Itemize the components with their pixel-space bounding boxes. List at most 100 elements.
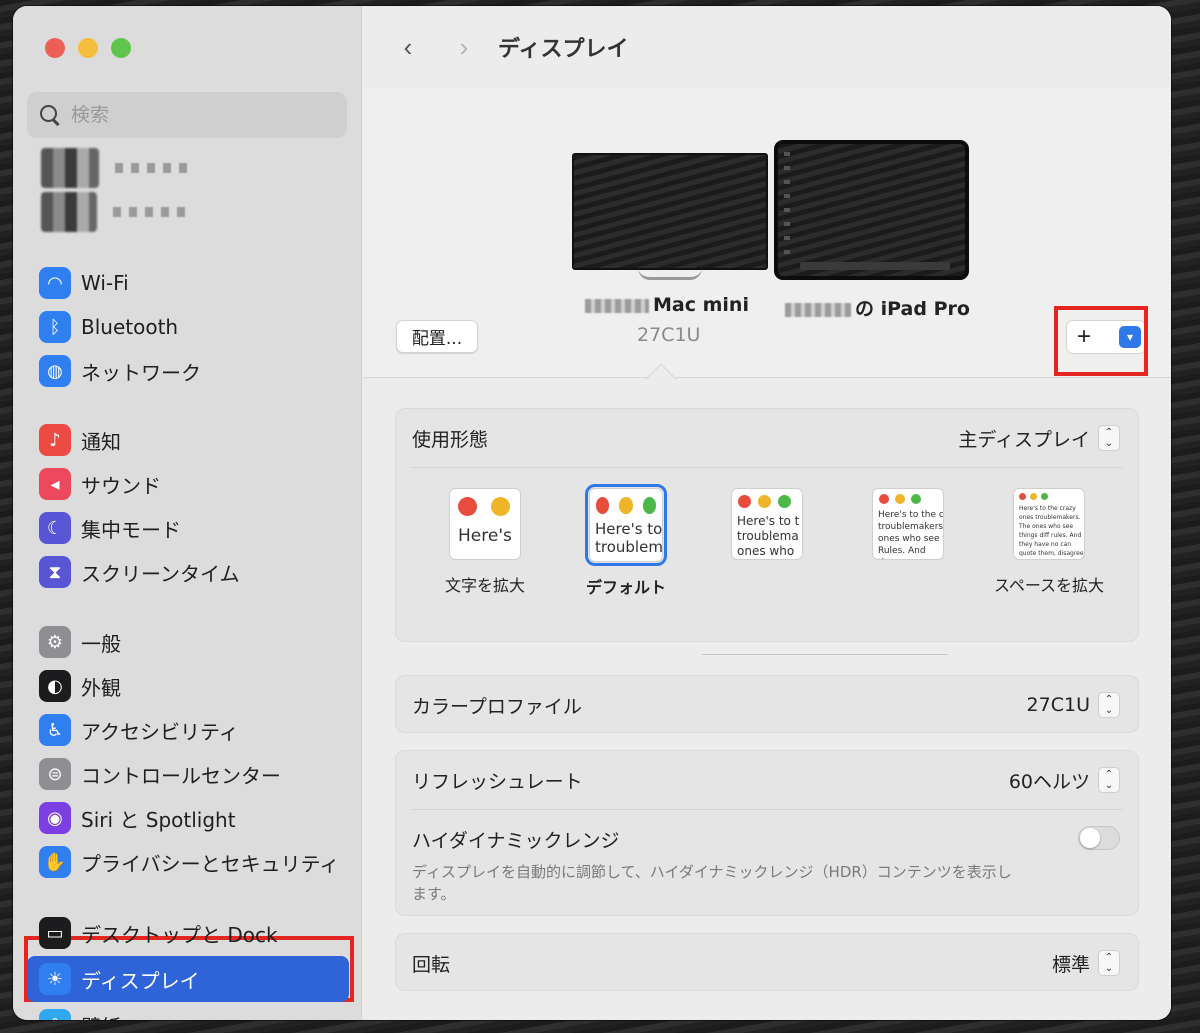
ipad-display-thumbnail[interactable] <box>774 140 969 280</box>
zoom-window-button[interactable] <box>111 38 131 58</box>
resolution-thumbnail-selected: Here's to troublem <box>585 484 667 566</box>
mac-display-label: Mac mini <box>585 294 749 316</box>
sidebar-item-bluetooth[interactable]: ᛒ Bluetooth <box>27 305 349 349</box>
resolution-option-3[interactable]: Here's to t troublema ones who <box>702 488 832 618</box>
bluetooth-icon: ᛒ <box>39 311 71 343</box>
sidebar-item-gear[interactable]: ⚙ 一般 <box>27 620 349 664</box>
ipad-display-label: の iPad Pro <box>785 294 970 321</box>
dock-icon: ▭ <box>39 917 71 949</box>
hdr-description: ディスプレイを自動的に調節して、ハイダイナミックレンジ（HDR）コンテンツを表示… <box>412 863 1012 903</box>
globe-icon: ◍ <box>39 355 71 387</box>
settings-window: ◠ Wi-Fi ᛒ Bluetooth ◍ ネットワーク ♪ 通知 ◂ サウンド ☾ 集中モード ⧗ スク… <box>13 6 1171 1020</box>
sidebar-group: ▭ デスクトップと Dock ☀ ディスプレイ ❀ 壁紙 <box>27 910 349 1020</box>
sidebar-item-siri[interactable]: ◉ Siri と Spotlight <box>27 796 349 840</box>
sidebar-item-dock[interactable]: ▭ デスクトップと Dock <box>27 910 349 956</box>
sidebar-item-label: 通知 <box>81 429 121 454</box>
sidebar-item-label: アクセシビリティ <box>81 719 239 744</box>
resolution-option-more-space[interactable]: Here's to the crazy ones troublemakers. … <box>984 488 1114 618</box>
appearance-icon: ◐ <box>39 670 71 702</box>
refresh-row: リフレッシュレート 60ヘルツ ⌃ ⌄ <box>396 751 1138 809</box>
resolution-option-4[interactable]: Here's to the cr troublemakers. ones who… <box>843 488 973 618</box>
updown-chevron-icon: ⌃ ⌄ <box>1098 425 1120 451</box>
hdr-row: ハイダイナミックレンジ ディスプレイを自動的に調節して、ハイダイナミックレンジ（… <box>396 810 1138 921</box>
color-profile-row: カラープロファイル 27C1U ⌃ ⌄ <box>396 676 1138 734</box>
main-pane: ‹ › ディスプレイ Mac mini 27C1U の iPad Pro 配置.… <box>363 6 1171 1020</box>
sidebar-item-label: ネットワーク <box>81 360 201 385</box>
refresh-hdr-card: リフレッシュレート 60ヘルツ ⌃ ⌄ ハイダイナミックレンジ ディスプレイを自動… <box>395 750 1139 916</box>
search-icon <box>39 104 61 126</box>
sidebar-item-wallpaper[interactable]: ❀ 壁紙 <box>27 1002 349 1020</box>
resolution-thumbnail: Here's to t troublema ones who <box>731 488 803 560</box>
hand-icon: ✋ <box>39 846 71 878</box>
sidebar-item-wifi[interactable]: ◠ Wi-Fi <box>27 261 349 305</box>
refresh-select[interactable]: 60ヘルツ ⌃ ⌄ <box>1009 767 1120 794</box>
hdr-toggle[interactable] <box>1078 826 1120 850</box>
sidebar-item-hourglass[interactable]: ⧗ スクリーンタイム <box>27 550 349 594</box>
add-display-button[interactable]: + <box>1077 323 1091 351</box>
add-display-menu-button[interactable]: ▾ <box>1119 326 1141 348</box>
sidebar-item-appearance[interactable]: ◐ 外観 <box>27 664 349 708</box>
search-field[interactable] <box>27 92 347 138</box>
sidebar-item-label: デスクトップと Dock <box>81 922 278 947</box>
rotation-row: 回転 標準 ⌃ ⌄ <box>396 934 1138 992</box>
usage-select[interactable]: 主ディスプレイ ⌃ ⌄ <box>958 425 1120 452</box>
sidebar-item-toggles[interactable]: ⊜ コントロールセンター <box>27 752 349 796</box>
close-window-button[interactable] <box>45 38 65 58</box>
color-profile-select[interactable]: 27C1U ⌃ ⌄ <box>1027 692 1120 718</box>
sidebar-item-label: 集中モード <box>81 517 181 542</box>
search-input[interactable] <box>71 104 321 126</box>
updown-chevron-icon: ⌃ ⌄ <box>1098 950 1120 976</box>
minimize-window-button[interactable] <box>78 38 98 58</box>
sidebar-item-label: スクリーンタイム <box>81 561 240 586</box>
window-controls <box>45 38 131 58</box>
chevron-left-icon: ‹ <box>403 31 413 62</box>
sidebar-item-label: サウンド <box>81 473 161 498</box>
forward-button[interactable]: › <box>444 27 484 67</box>
account-row[interactable] <box>41 148 190 188</box>
blurred-name <box>115 163 190 173</box>
sidebar-group: ◠ Wi-Fi ᛒ Bluetooth ◍ ネットワーク <box>27 261 349 393</box>
sidebar-item-hand[interactable]: ✋ プライバシーとセキュリティ <box>27 840 349 884</box>
mac-display-model: 27C1U <box>637 324 701 346</box>
speaker-icon: ◂ <box>39 468 71 500</box>
sidebar-item-label: Wi-Fi <box>81 271 129 295</box>
avatar <box>41 192 97 232</box>
rotation-card: 回転 標準 ⌃ ⌄ <box>395 933 1139 991</box>
sidebar-item-accessibility[interactable]: ♿ アクセシビリティ <box>27 708 349 752</box>
ipad-sidebar-graphic <box>784 152 790 262</box>
updown-chevron-icon: ⌃ ⌄ <box>1098 692 1120 718</box>
sidebar-item-bell[interactable]: ♪ 通知 <box>27 418 349 462</box>
display-arrangement: Mac mini 27C1U の iPad Pro 配置... + ▾ <box>363 88 1171 378</box>
sidebar-item-label: 一般 <box>81 631 121 656</box>
sidebar-group: ⚙ 一般 ◐ 外観 ♿ アクセシビリティ ⊜ コントロールセンター ◉ Siri と Spotli… <box>27 620 349 884</box>
sidebar-item-label: Bluetooth <box>81 315 179 339</box>
rotation-select[interactable]: 標準 ⌃ ⌄ <box>1052 950 1120 977</box>
family-row[interactable] <box>41 192 188 232</box>
resolution-slider-track <box>702 654 948 655</box>
sidebar-item-label: プライバシーとセキュリティ <box>81 851 340 876</box>
refresh-label: リフレッシュレート <box>412 770 583 793</box>
resolution-options: Here's 文字を拡大 Here's to troublem デフォルト He… <box>396 468 1138 655</box>
sidebar-item-globe[interactable]: ◍ ネットワーク <box>27 349 349 393</box>
blurred-text <box>585 298 649 313</box>
sidebar-item-label: ディスプレイ <box>81 968 200 993</box>
sidebar-item-moon[interactable]: ☾ 集中モード <box>27 506 349 550</box>
monitor-stand <box>638 268 702 280</box>
hdr-label: ハイダイナミックレンジ <box>412 830 620 852</box>
add-display-control: + ▾ <box>1066 320 1146 354</box>
resolution-option-larger-text[interactable]: Here's 文字を拡大 <box>420 488 550 618</box>
hourglass-icon: ⧗ <box>39 556 71 588</box>
back-button[interactable]: ‹ <box>388 27 428 67</box>
resolution-option-default[interactable]: Here's to troublem デフォルト <box>561 484 691 618</box>
sidebar-item-speaker[interactable]: ◂ サウンド <box>27 462 349 506</box>
arrange-button[interactable]: 配置... <box>396 320 478 353</box>
accessibility-icon: ♿ <box>39 714 71 746</box>
mac-mini-display-thumbnail[interactable] <box>572 153 768 270</box>
usage-card: 使用形態 主ディスプレイ ⌃ ⌄ Here's 文字を拡大 Here's to … <box>395 408 1139 655</box>
chevron-right-icon: › <box>459 31 469 62</box>
usage-row: 使用形態 主ディスプレイ ⌃ ⌄ <box>396 409 1138 467</box>
sidebar: ◠ Wi-Fi ᛒ Bluetooth ◍ ネットワーク ♪ 通知 ◂ サウンド ☾ 集中モード ⧗ スク… <box>13 6 362 1020</box>
wallpaper-icon: ❀ <box>39 1009 71 1020</box>
updown-chevron-icon: ⌃ ⌄ <box>1098 767 1120 793</box>
sidebar-item-sun[interactable]: ☀ ディスプレイ <box>27 956 349 1002</box>
